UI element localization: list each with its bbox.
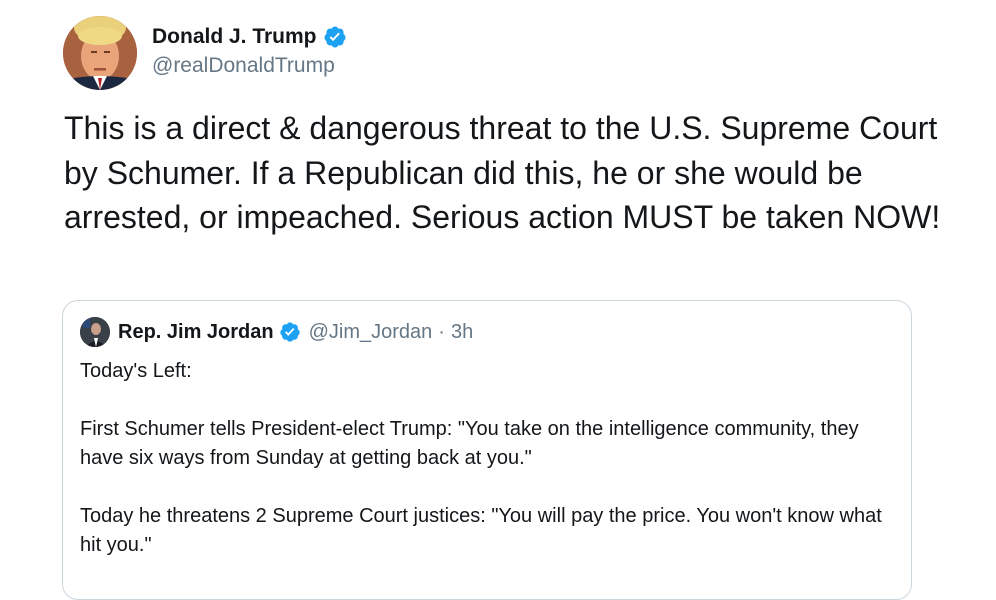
quoted-tweet-header: Rep. Jim Jordan @Jim_Jordan · 3h [80,317,473,347]
quoted-paragraph: First Schumer tells President-elect Trum… [80,418,859,469]
quoted-author-avatar[interactable] [80,317,110,347]
quoted-timestamp[interactable]: 3h [451,321,473,344]
quoted-author-name[interactable]: Rep. Jim Jordan [118,321,274,344]
tweet: Donald J. Trump @realDonaldTrump This is… [0,0,996,600]
quoted-tweet-text: Today's Left: First Schumer tells Presid… [80,357,890,560]
author-avatar[interactable] [63,16,137,90]
author-info: Donald J. Trump @realDonaldTrump [152,22,347,78]
author-name-row: Donald J. Trump [152,22,347,52]
quoted-paragraph: Today's Left: [80,360,192,382]
quoted-author-handle[interactable]: @Jim_Jordan [309,321,433,344]
tweet-text: This is a direct & dangerous threat to t… [64,110,941,235]
author-avatar-image [63,16,137,90]
quoted-tweet-card[interactable]: Rep. Jim Jordan @Jim_Jordan · 3h Today's… [62,300,912,600]
verified-badge-icon [324,26,346,48]
quoted-verified-badge-icon [279,322,300,342]
quoted-author-avatar-image [80,317,110,347]
quoted-paragraph: Today he threatens 2 Supreme Court justi… [80,505,882,556]
quoted-separator-dot: · [438,320,445,343]
author-name[interactable]: Donald J. Trump [152,25,317,49]
author-handle[interactable]: @realDonaldTrump [152,54,347,78]
